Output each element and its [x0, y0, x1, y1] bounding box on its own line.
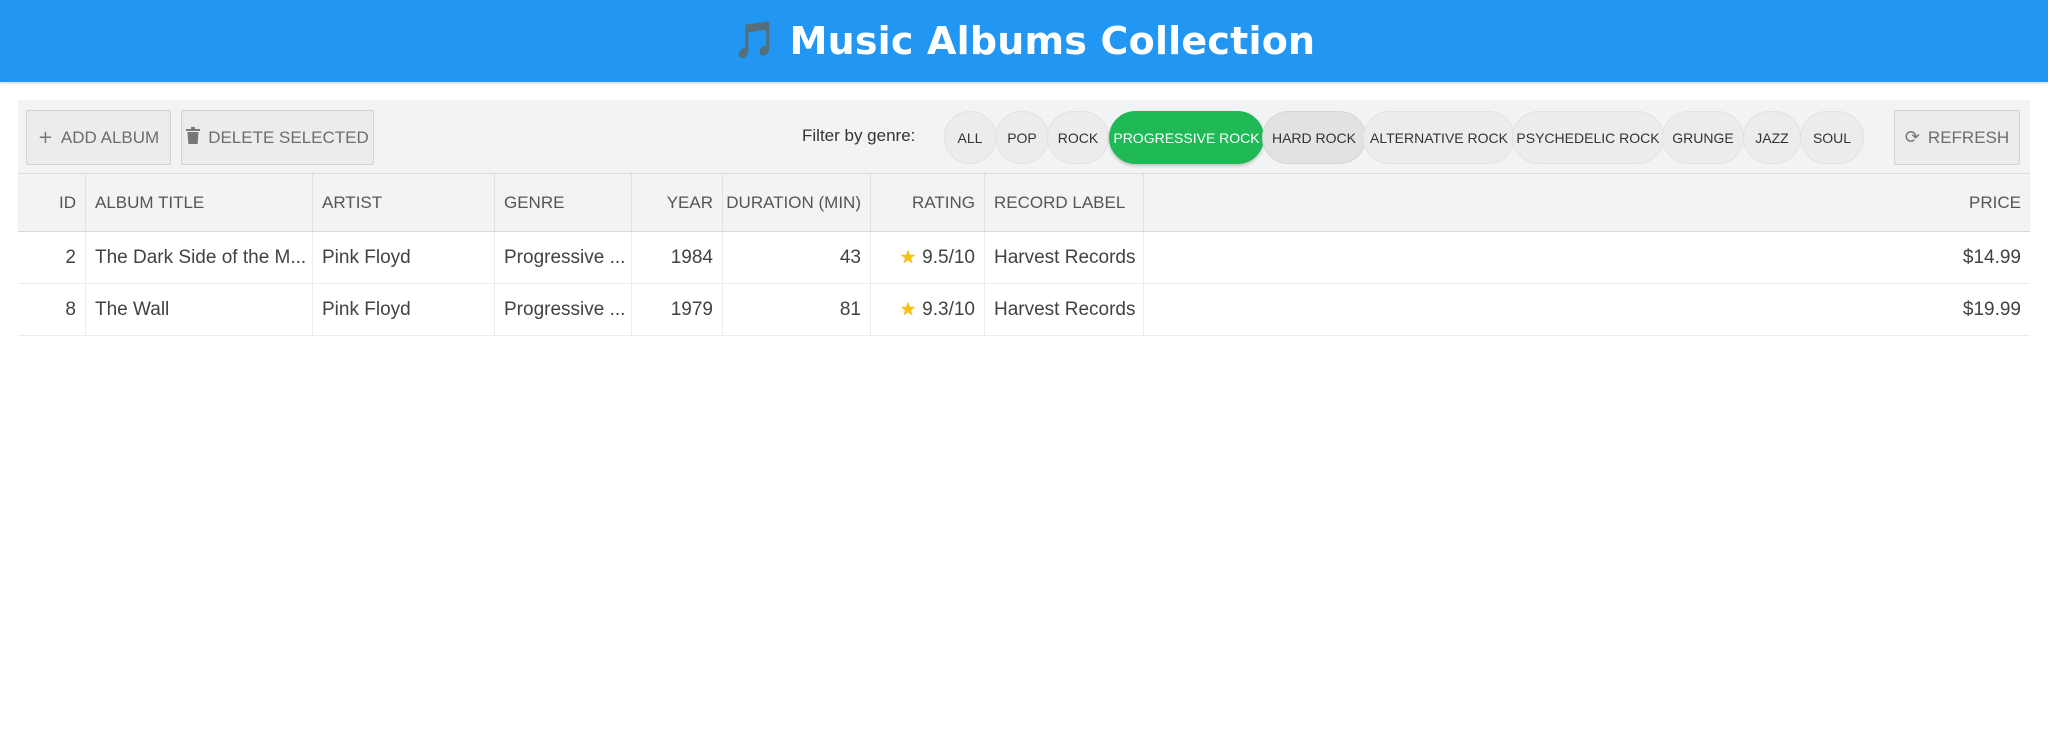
genre-chip-jazz[interactable]: JAZZ	[1743, 111, 1801, 164]
cell-rating: ★ 9.5/10	[871, 232, 985, 283]
cell-genre: Progressive ...	[495, 232, 632, 283]
genre-chip-rock[interactable]: ROCK	[1047, 111, 1109, 164]
genre-chip-progressive-rock[interactable]: PROGRESSIVE ROCK	[1109, 111, 1264, 164]
column-header-year[interactable]: YEAR	[632, 174, 723, 231]
toolbar: + ADD ALBUM DELETE SELECTED Filter by ge…	[18, 100, 2030, 174]
cell-year: 1979	[632, 284, 723, 335]
trash-icon	[186, 126, 201, 149]
cell-price: $19.99	[1962, 298, 2021, 320]
refresh-button[interactable]: ⟳ REFRESH	[1894, 110, 2020, 165]
column-header-genre[interactable]: GENRE	[495, 174, 632, 231]
cell-artist: Pink Floyd	[313, 284, 495, 335]
genre-filter-label: Filter by genre:	[802, 126, 916, 145]
cell-record-label: Harvest Records	[985, 284, 1144, 335]
cell-price: $14.99	[1962, 246, 2021, 268]
column-header-album-title[interactable]: ALBUM TITLE	[86, 174, 313, 231]
genre-chip-all[interactable]: ALL	[944, 111, 996, 164]
add-album-label: ADD ALBUM	[60, 127, 160, 147]
cell-id: 8	[18, 284, 86, 335]
cell-duration: 81	[723, 284, 871, 335]
app-header: 🎵 Music Albums Collection	[0, 0, 2048, 82]
cell-artist: Pink Floyd	[313, 232, 495, 283]
genre-chip-pop[interactable]: POP	[995, 111, 1049, 164]
add-album-button[interactable]: + ADD ALBUM	[26, 110, 171, 165]
music-note-icon: 🎵	[732, 20, 778, 61]
cell-duration: 43	[723, 232, 871, 283]
plus-icon: +	[37, 127, 53, 148]
column-header-id[interactable]: ID	[18, 174, 86, 231]
rating-value: 9.3/10	[922, 298, 975, 320]
genre-chip-hard-rock[interactable]: HARD ROCK	[1262, 111, 1366, 164]
column-header-duration[interactable]: DURATION (MIN)	[723, 174, 871, 231]
genre-chip-soul[interactable]: SOUL	[1800, 111, 1864, 164]
cell-record-label: Harvest Records	[985, 232, 1144, 283]
star-icon: ★	[900, 247, 917, 268]
delete-selected-label: DELETE SELECTED	[208, 127, 369, 147]
table-row[interactable]: 8 The Wall Pink Floyd Progressive ... 19…	[18, 284, 2030, 336]
page-title: Music Albums Collection	[789, 19, 1316, 63]
rating-value: 9.5/10	[922, 246, 975, 268]
cell-id: 2	[18, 232, 86, 283]
genre-chip-psychedelic-rock[interactable]: PSYCHEDELIC ROCK	[1512, 111, 1664, 164]
cell-rating: ★ 9.3/10	[871, 284, 985, 335]
header-title-group: 🎵 Music Albums Collection	[733, 19, 1316, 63]
cell-album-title: The Dark Side of the M...	[86, 232, 313, 283]
column-header-price[interactable]: PRICE	[1144, 174, 2030, 231]
genre-chip-grunge[interactable]: GRUNGE	[1662, 111, 1744, 164]
column-header-artist[interactable]: ARTIST	[313, 174, 495, 231]
refresh-label: REFRESH	[1927, 127, 2010, 147]
refresh-icon: ⟳	[1904, 127, 1920, 148]
cell-year: 1984	[632, 232, 723, 283]
cell-genre: Progressive ...	[495, 284, 632, 335]
genre-chip-alternative-rock[interactable]: ALTERNATIVE ROCK	[1363, 111, 1515, 164]
star-icon: ★	[900, 299, 917, 320]
albums-grid-panel: + ADD ALBUM DELETE SELECTED Filter by ge…	[18, 100, 2030, 336]
column-header-record-label[interactable]: RECORD LABEL	[985, 174, 1144, 231]
column-header-rating[interactable]: RATING	[871, 174, 985, 231]
table-row[interactable]: 2 The Dark Side of the M... Pink Floyd P…	[18, 232, 2030, 284]
cell-album-title: The Wall	[86, 284, 313, 335]
delete-selected-button[interactable]: DELETE SELECTED	[181, 110, 374, 165]
table-header: ID ALBUM TITLE ARTIST GENRE YEAR DURATIO…	[18, 174, 2030, 232]
